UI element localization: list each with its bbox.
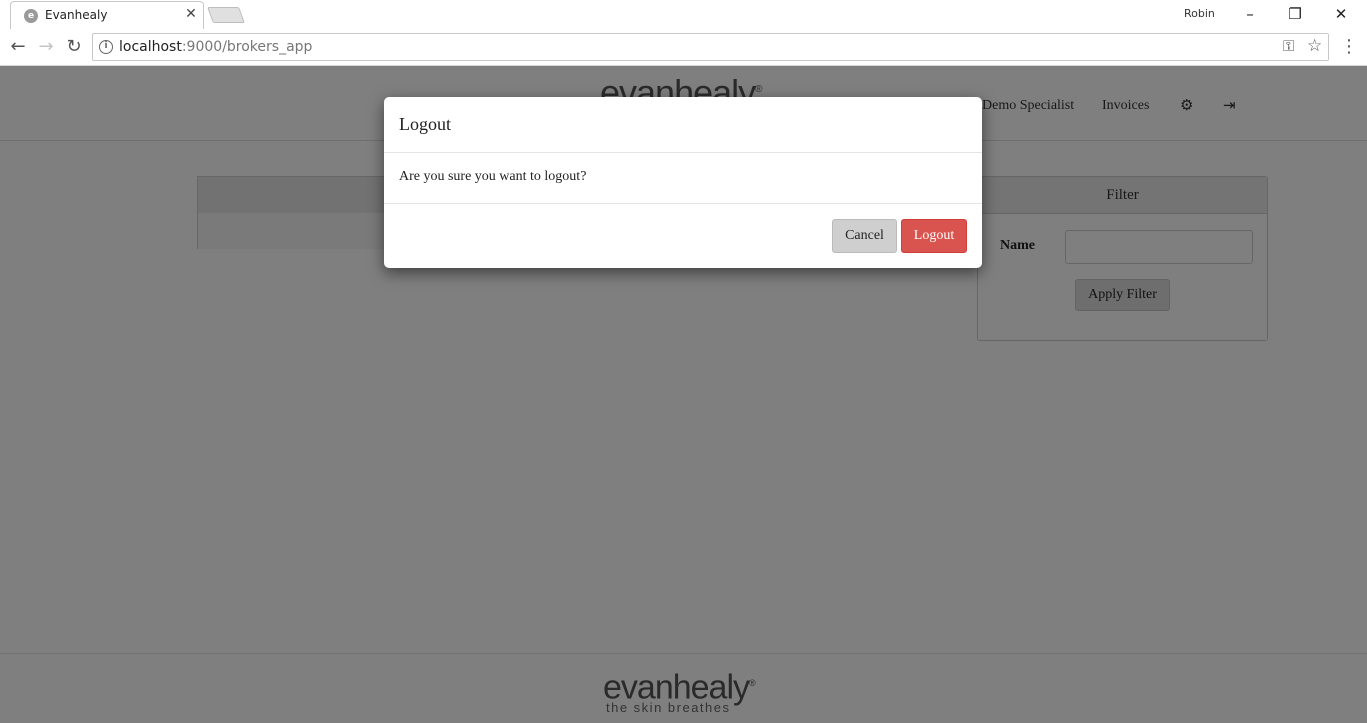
- favicon-icon: e: [24, 9, 38, 23]
- minimize-icon[interactable]: –: [1239, 4, 1261, 24]
- url-host: localhost: [119, 39, 182, 55]
- tab-close-icon[interactable]: ✕: [183, 6, 199, 22]
- window-close-icon[interactable]: ✕: [1330, 4, 1352, 24]
- menu-icon[interactable]: ⋮: [1340, 36, 1358, 57]
- url-path: :9000/brokers_app: [181, 39, 313, 55]
- key-icon[interactable]: ⚿: [1283, 37, 1294, 55]
- cancel-button[interactable]: Cancel: [832, 219, 897, 253]
- logout-button[interactable]: Logout: [901, 219, 967, 253]
- forward-arrow-icon[interactable]: →: [35, 36, 57, 58]
- tab-strip: e Evanhealy ✕ Robin – ❐ ✕: [0, 0, 1367, 29]
- browser-tab[interactable]: e Evanhealy ✕: [10, 1, 204, 29]
- modal-header: Logout: [384, 97, 982, 153]
- reload-icon[interactable]: ↻: [63, 36, 85, 58]
- restore-icon[interactable]: ❐: [1284, 4, 1306, 24]
- new-tab-button[interactable]: [207, 7, 245, 23]
- logout-modal: Logout Are you sure you want to logout? …: [384, 97, 982, 268]
- modal-title: Logout: [399, 114, 451, 134]
- back-arrow-icon[interactable]: ←: [7, 36, 29, 58]
- modal-message: Are you sure you want to logout?: [384, 153, 982, 204]
- star-icon[interactable]: ☆: [1307, 36, 1322, 56]
- profile-name[interactable]: Robin: [1184, 7, 1215, 20]
- url-text[interactable]: localhost:9000/brokers_app: [119, 39, 312, 55]
- tab-title: Evanhealy: [45, 8, 108, 22]
- info-icon[interactable]: i: [99, 40, 113, 54]
- address-bar[interactable]: i localhost:9000/brokers_app ⚿ ☆: [92, 33, 1329, 61]
- modal-footer: Cancel Logout: [384, 204, 982, 268]
- browser-toolbar: ← → ↻ i localhost:9000/brokers_app ⚿ ☆ ⋮: [0, 29, 1367, 66]
